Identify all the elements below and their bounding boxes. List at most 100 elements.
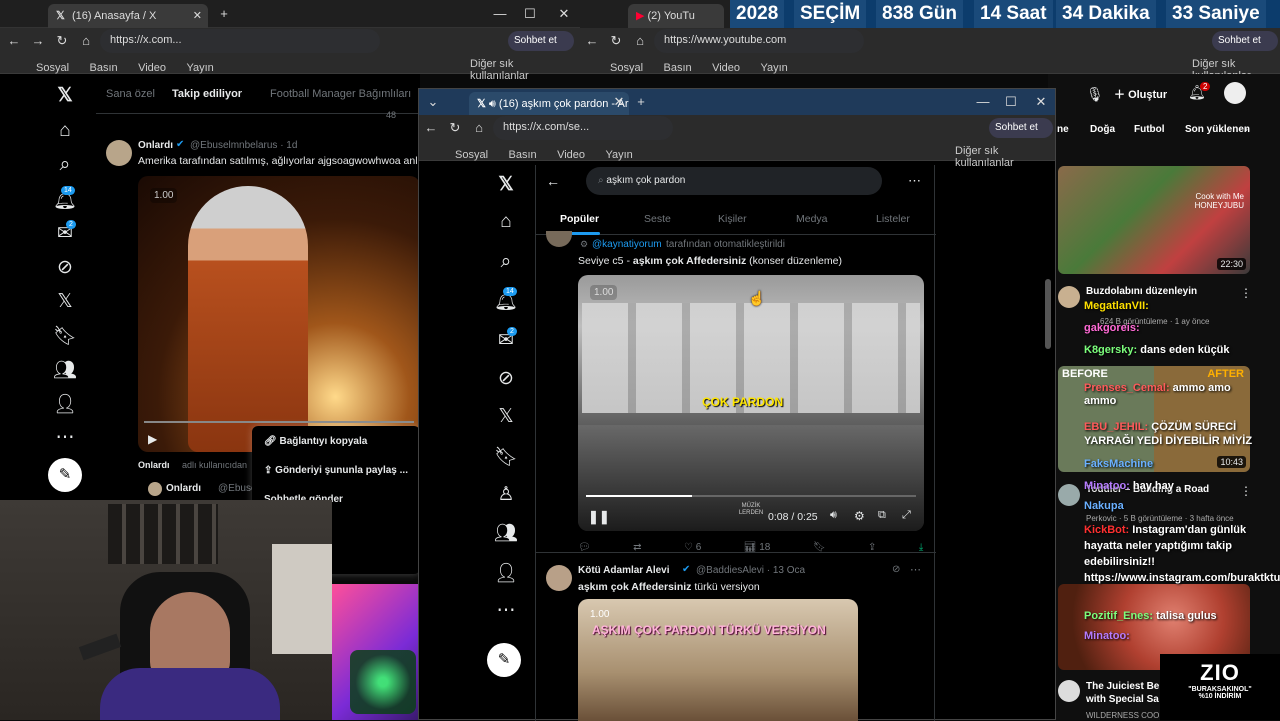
share-icon[interactable]: ⇪ xyxy=(868,542,876,553)
tab-seste[interactable]: Seste xyxy=(644,213,671,225)
home-icon[interactable]: ⌂ xyxy=(40,120,90,142)
more-icon[interactable]: ⋯ xyxy=(481,599,531,622)
address-bar[interactable]: https://www.youtube.com xyxy=(654,29,864,53)
post-button[interactable]: ✎ xyxy=(487,643,521,677)
chip-futbol[interactable]: Futbol xyxy=(1134,124,1165,135)
fav-basin[interactable]: Basın xyxy=(663,62,691,74)
close-icon[interactable]: ✕ xyxy=(611,94,627,110)
fav-video[interactable]: Video xyxy=(557,149,585,161)
chip-ne[interactable]: ne xyxy=(1057,124,1069,135)
pip-icon[interactable]: ⧉ xyxy=(878,509,886,522)
back-icon[interactable]: ← xyxy=(6,33,22,49)
tweet[interactable]: ⚙ @kaynatiyorum tarafından otomatikleşti… xyxy=(536,231,936,553)
search-icon[interactable]: ⌕ xyxy=(481,251,531,273)
close-icon[interactable]: ✕ xyxy=(193,9,202,22)
close-window-icon[interactable]: ✕ xyxy=(1033,94,1049,110)
close-window-icon[interactable]: ✕ xyxy=(556,6,572,22)
tab-takip-ediliyor[interactable]: Takip ediliyor xyxy=(172,88,242,100)
tab-medya[interactable]: Medya xyxy=(796,213,828,225)
refresh-icon[interactable]: ↻ xyxy=(447,120,463,136)
communities-icon[interactable]: 👥︎ xyxy=(481,521,531,545)
tab-x-home[interactable]: 𝕏 (16) Anasayfa / X ✕ xyxy=(48,4,208,28)
create-button[interactable]: ＋ Oluştur xyxy=(1114,86,1167,102)
home-icon[interactable]: ⌂ xyxy=(471,120,487,136)
tab-actions-icon[interactable]: ⌄ xyxy=(425,94,441,110)
forward-icon[interactable]: → xyxy=(30,33,46,49)
chip-doga[interactable]: Doğa xyxy=(1090,124,1115,135)
chevron-right-icon[interactable]: › xyxy=(1244,122,1248,136)
tweet-author[interactable]: Kötü Adamlar Alevi xyxy=(578,565,670,576)
reply-icon[interactable]: 💬︎ xyxy=(578,542,591,553)
avatar[interactable] xyxy=(546,565,572,591)
maximize-icon[interactable]: ☐ xyxy=(522,6,538,22)
views-icon[interactable]: 📊︎ 18 xyxy=(744,542,771,553)
tweet-handle[interactable]: @BaddiesAlevi · 13 Oca xyxy=(696,565,805,576)
fav-basin[interactable]: Basın xyxy=(508,149,536,161)
mic-icon[interactable]: 🎙︎ xyxy=(1086,86,1104,103)
mail-icon[interactable]: ✉ xyxy=(481,329,531,352)
chip-son-yuklenen[interactable]: Son yüklenen xyxy=(1185,124,1250,135)
fav-sosyal[interactable]: Sosyal xyxy=(610,62,643,74)
quoted-author[interactable]: Onlardı xyxy=(166,483,201,494)
tab-football-manager[interactable]: Football Manager Bağımlıları xyxy=(270,88,411,100)
more-icon[interactable]: ⋯ xyxy=(910,563,921,576)
fav-sosyal[interactable]: Sosyal xyxy=(455,149,488,161)
address-bar[interactable]: https://x.com... xyxy=(100,29,380,53)
tab-sana-ozel[interactable]: Sana özel xyxy=(106,88,155,100)
channel-avatar[interactable] xyxy=(1058,286,1080,308)
x-logo-icon[interactable]: 𝕏 xyxy=(40,84,90,107)
post-video[interactable]: 1.00 ▶ xyxy=(138,176,420,452)
grok-icon[interactable]: ⊘ xyxy=(892,564,900,575)
jobs-icon[interactable]: ♙ xyxy=(481,483,531,506)
x-premium-icon[interactable]: 𝕏 xyxy=(40,290,90,313)
scrollbar[interactable] xyxy=(1045,279,1051,349)
x-premium-icon[interactable]: 𝕏 xyxy=(481,405,531,428)
copilot-button[interactable]: Sohbet et xyxy=(1212,31,1278,51)
video-title[interactable]: The Juiciest Be with Special Sa xyxy=(1086,680,1164,706)
profile-icon[interactable]: 👤︎ xyxy=(40,392,90,416)
more-icon[interactable]: ⋯ xyxy=(40,426,90,449)
video-progress-track[interactable] xyxy=(586,495,916,497)
play-icon[interactable]: ▶ xyxy=(148,432,157,446)
mail-icon[interactable]: ✉ xyxy=(40,222,90,245)
tab-kisiler[interactable]: Kişiler xyxy=(718,213,747,225)
fav-basin[interactable]: Basın xyxy=(89,62,117,74)
video-progress[interactable] xyxy=(144,421,414,423)
search-icon[interactable]: ⌕ xyxy=(40,154,90,176)
tab-listeler[interactable]: Listeler xyxy=(876,213,910,225)
retweet-icon[interactable]: ⇄ xyxy=(633,542,641,553)
fullscreen-icon[interactable]: ⤢ xyxy=(902,509,911,522)
pause-icon[interactable]: ❚❚ xyxy=(588,509,610,525)
reply-author[interactable]: Onlardı xyxy=(138,460,170,470)
fav-yayin[interactable]: Yayın xyxy=(186,62,213,74)
copilot-button[interactable]: Sohbet et xyxy=(989,118,1053,138)
back-icon[interactable]: ← xyxy=(584,33,600,49)
new-tab-icon[interactable]: + xyxy=(216,6,232,22)
tweet-handle[interactable]: @kaynatiyorum xyxy=(592,239,662,250)
quoted-avatar[interactable] xyxy=(148,482,162,496)
channel-avatar[interactable] xyxy=(1058,680,1080,702)
tab-x-search[interactable]: 𝕏 🔊︎ (16) aşkım çok pardon - Aram xyxy=(469,92,629,116)
bookmark-icon[interactable]: 🔖︎ xyxy=(481,445,531,469)
post-button[interactable]: ✎ xyxy=(48,458,82,492)
fav-video[interactable]: Video xyxy=(138,62,166,74)
grok-icon[interactable]: ⊘ xyxy=(40,256,90,279)
minimize-icon[interactable]: — xyxy=(975,94,991,110)
tab-populer[interactable]: Popüler xyxy=(560,213,599,225)
maximize-icon[interactable]: ☐ xyxy=(1003,94,1019,110)
tweet-video[interactable]: 1.00 ÇOK PARDON MÜZİK LERDEN ❚❚ 0:08 / 0… xyxy=(578,275,924,531)
channel-avatar[interactable] xyxy=(1058,484,1080,506)
volume-icon[interactable]: 🔊︎ xyxy=(830,509,837,522)
tweet[interactable]: Kötü Adamlar Alevi ✔ @BaddiesAlevi · 13 … xyxy=(536,553,936,721)
video-thumbnail-1[interactable]: Cook with Me HONEYJUBU 22:30 xyxy=(1058,166,1250,274)
minimize-icon[interactable]: — xyxy=(492,6,508,22)
copilot-button[interactable]: Sohbet et xyxy=(508,31,574,51)
home-icon[interactable]: ⌂ xyxy=(78,33,94,49)
home-icon[interactable]: ⌂ xyxy=(481,211,531,233)
fav-video[interactable]: Video xyxy=(712,62,740,74)
profile-icon[interactable]: 👤︎ xyxy=(481,561,531,585)
more-icon[interactable]: ⋯ xyxy=(908,173,921,189)
communities-icon[interactable]: 👥︎ xyxy=(40,358,90,382)
fav-yayin[interactable]: Yayın xyxy=(605,149,632,161)
audio-icon[interactable]: 🔊︎ xyxy=(489,98,499,110)
